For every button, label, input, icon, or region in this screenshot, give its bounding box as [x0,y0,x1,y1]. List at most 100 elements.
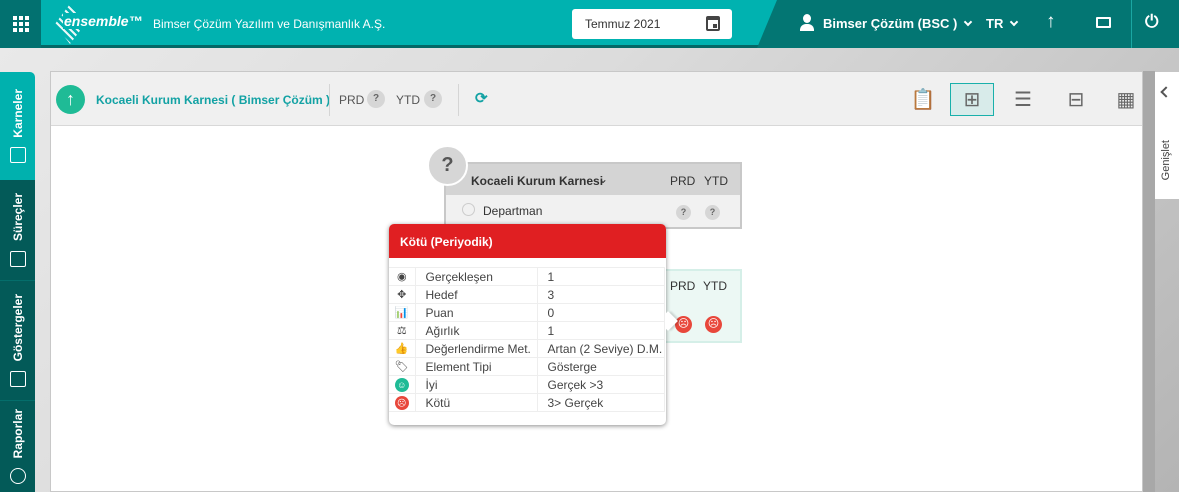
row-label: İyi [415,375,538,394]
tag-icon: 🏷 [389,357,416,376]
row-label: Değerlendirme Met. [415,339,538,358]
ytd-label: YTD [704,174,728,188]
sidebar-label: Karneler [10,88,25,138]
row-value: 3> Gerçek [537,393,665,412]
list-view-button[interactable]: ☰ [1001,83,1045,116]
chevron-down-icon [1010,17,1019,27]
crosshair-icon: ✥ [389,285,416,304]
target-dot-icon: ◉ [389,267,416,286]
prd-status-icon: ? [676,205,691,220]
ytd-status-icon: ? [424,90,442,108]
date-picker[interactable]: Temmuz 2021 [572,9,732,39]
ytd-label: YTD [703,279,727,293]
table-view-button[interactable]: ▦ [1104,83,1148,116]
sidebar-item-surecler[interactable]: Süreçler [0,180,35,280]
row-label: Puan [415,303,538,322]
row-label: Gerçekleşen [415,267,538,286]
calendar-icon[interactable] [706,16,720,31]
arrow-up-circle-icon[interactable]: ↑ [56,85,85,114]
table-row: 👍 Değerlendirme Met. Artan (2 Seviye) D.M. [389,339,665,358]
table-row: ✥ Hedef 3 [389,285,665,304]
chevron-down-icon[interactable]: ⌄ [598,172,608,186]
row-value: 1 [537,267,665,286]
refresh-icon[interactable]: ⟳ [475,89,488,107]
thumbs-up-icon: 👍 [389,339,416,358]
node-title: Kocaeli Kurum Karnesi [471,174,604,188]
frown-icon: ☹ [675,316,692,333]
row-value: 3 [537,285,665,304]
chevron-left-icon [1160,86,1172,98]
prd-label: PRD [670,174,696,188]
company-name: Bimser Çözüm Yazılım ve Danışmanlık A.Ş. [153,17,386,31]
scale-icon: ⚖ [389,321,416,340]
chevron-down-icon [964,17,973,27]
sidebar-item-raporlar[interactable]: Raporlar [0,400,35,492]
pivot-view-button[interactable]: ⊟ [1054,83,1098,116]
row-label: Ağırlık [415,321,538,340]
user-name: Bimser Çözüm (BSC ) [823,16,958,31]
date-value: Temmuz 2021 [585,17,661,31]
row-value: Gerçek >3 [537,375,665,394]
scorecard-node[interactable]: Kocaeli Kurum Karnesi ⌄ PRD YTD Departman?? [444,162,742,229]
expand-panel-button[interactable]: Genişlet [1155,72,1179,199]
table-row: ◉ Gerçekleşen 1 [389,267,665,286]
row-label: Element Tipi [415,357,538,376]
scorecard-title[interactable]: Kocaeli Kurum Karnesi ( Bimser Çözüm ) [96,93,330,107]
process-icon [9,251,26,268]
right-panel-strip [1143,71,1155,492]
prd-status-icon: ? [367,90,385,108]
panel-header: ↑ Kocaeli Kurum Karnesi ( Bimser Çözüm )… [51,72,1142,126]
divider [1131,0,1132,48]
row-label: Kötü [415,393,538,412]
ytd-label: YTD [396,93,420,107]
divider [329,84,330,116]
row-value: 1 [537,321,665,340]
department-label[interactable]: Departman [483,204,542,218]
sidebar-item-gostergeler[interactable]: Göstergeler [0,280,35,400]
apps-menu-button[interactable] [0,0,41,48]
sidebar-label: Göstergeler [10,293,25,362]
smile-icon: ☺ [394,377,409,392]
frown-icon-cell: ☹ [389,393,416,412]
row-value: 0 [537,303,665,322]
department-icon [462,203,475,216]
row-value: Artan (2 Seviye) D.M. [537,339,665,358]
report-icon [9,468,26,485]
frown-icon: ☹ [705,316,722,333]
table-row: 🏷 Element Tipi Gösterge [389,357,665,376]
divider [458,84,459,116]
tooltip-details-table: ◉ Gerçekleşen 1 ✥ Hedef 3 📊 Puan 0 ⚖ Ağırlık 1 👍… [389,267,665,412]
row-value: Gösterge [537,357,665,376]
scorecard-icon [9,147,26,164]
table-row: ☹ Kötü 3> Gerçek [389,393,665,412]
frown-icon: ☹ [394,395,409,410]
monitor-icon[interactable] [1096,17,1111,28]
table-row: 📊 Puan 0 [389,303,665,322]
indicator-icon [9,371,26,388]
tree-view-button[interactable]: ⊞ [950,83,994,116]
ytd-status-icon: ? [705,205,720,220]
prd-label: PRD [339,93,365,107]
arrow-up-icon[interactable]: ↑ [1046,11,1056,33]
bar-chart-icon: 📊 [389,303,416,322]
power-icon[interactable]: ⏻ [1145,12,1158,32]
tooltip-title: Kötü (Periyodik) [389,224,666,258]
language-value: TR [986,16,1004,31]
clipboard-check-view-button[interactable]: 📋 [901,83,945,116]
ensemble-logo[interactable]: ensemble™ [55,4,144,44]
prd-label: PRD [670,279,696,293]
expand-label: Genişlet [1160,140,1172,181]
sidebar-label: Raporlar [10,408,25,459]
table-row: ☺ İyi Gerçek >3 [389,375,665,394]
row-label: Hedef [415,285,538,304]
sidebar-item-karneler[interactable]: Karneler [0,72,35,180]
question-icon: ? [427,145,468,186]
user-menu[interactable]: Bimser Çözüm (BSC ) [823,16,973,31]
table-row: ⚖ Ağırlık 1 [389,321,665,340]
smile-icon-cell: ☺ [389,375,416,394]
indicator-tooltip: Kötü (Periyodik) ◉ Gerçekleşen 1 ✥ Hedef 3 📊… [389,224,678,425]
user-icon [800,14,814,32]
sidebar-label: Süreçler [10,192,25,242]
grid-icon [12,16,29,32]
language-menu[interactable]: TR [986,16,1019,31]
